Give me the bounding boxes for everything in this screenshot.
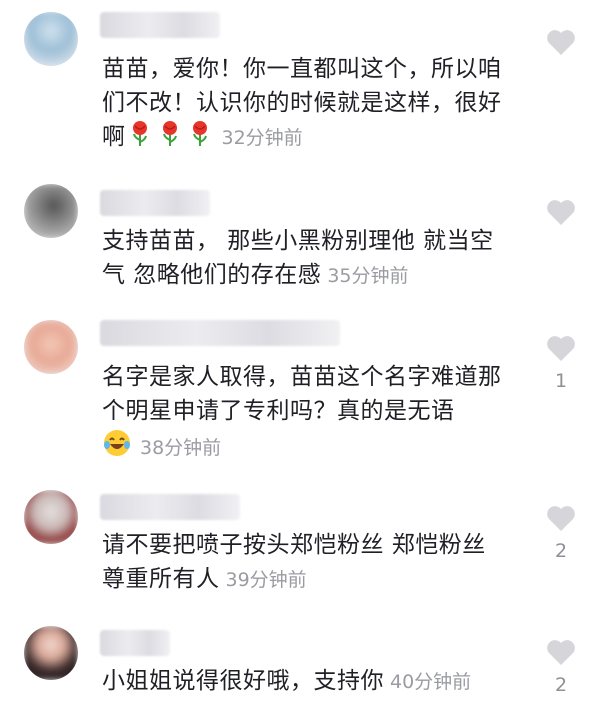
comment-body: 小姐姐说得很好哦，支持你 (102, 668, 384, 694)
like-button[interactable]: 1 (541, 334, 581, 392)
comment-text[interactable]: 苗苗，爱你！你一直都叫这个，所以咱们不改！认识你的时候就是这样，很好啊 32分钟前 (102, 52, 504, 158)
like-button[interactable] (541, 198, 581, 234)
comment-time: 39分钟前 (225, 569, 307, 591)
comment-time: 32分钟前 (221, 127, 303, 149)
rose-icon (126, 120, 154, 158)
avatar[interactable] (24, 320, 78, 374)
comment-text[interactable]: 名字是家人取得，苗苗这个名字难道那个明星申请了专利吗？真的是无语 38分钟前 (102, 360, 504, 468)
avatar[interactable] (24, 184, 78, 238)
like-count: 2 (554, 540, 568, 562)
rose-icon (186, 120, 214, 158)
like-count: 1 (554, 370, 568, 392)
username-blurred[interactable] (100, 12, 220, 38)
heart-icon (547, 336, 575, 361)
heart-icon (547, 200, 575, 225)
username-blurred[interactable] (100, 190, 210, 216)
laughing-tears-icon (102, 428, 132, 468)
username-blurred[interactable] (100, 320, 340, 346)
like-count: 2 (554, 674, 568, 696)
heart-icon (547, 30, 575, 55)
comment-time: 40分钟前 (390, 671, 472, 693)
like-button[interactable]: 2 (541, 504, 581, 562)
username-blurred[interactable] (100, 494, 240, 520)
comment-body: 支持苗苗， 那些小黑粉别理他 就当空气 忽略他们的存在感 (102, 228, 494, 288)
rose-icon (156, 120, 184, 158)
comment-text[interactable]: 支持苗苗， 那些小黑粉别理他 就当空气 忽略他们的存在感 35分钟前 (102, 224, 504, 293)
like-button[interactable]: 2 (541, 638, 581, 696)
avatar[interactable] (24, 626, 78, 680)
heart-icon (547, 506, 575, 531)
avatar[interactable] (24, 12, 78, 66)
like-button[interactable] (541, 28, 581, 64)
heart-icon (547, 640, 575, 665)
comment-body: 名字是家人取得，苗苗这个名字难道那个明星申请了专利吗？真的是无语 (102, 364, 502, 424)
avatar[interactable] (24, 490, 78, 544)
comment-text[interactable]: 小姐姐说得很好哦，支持你 40分钟前 (102, 664, 504, 699)
comment-text[interactable]: 请不要把喷子按头郑恺粉丝 郑恺粉丝尊重所有人 39分钟前 (102, 528, 504, 597)
username-blurred[interactable] (100, 630, 170, 656)
comment-time: 35分钟前 (327, 265, 409, 287)
comment-time: 38分钟前 (140, 437, 222, 459)
